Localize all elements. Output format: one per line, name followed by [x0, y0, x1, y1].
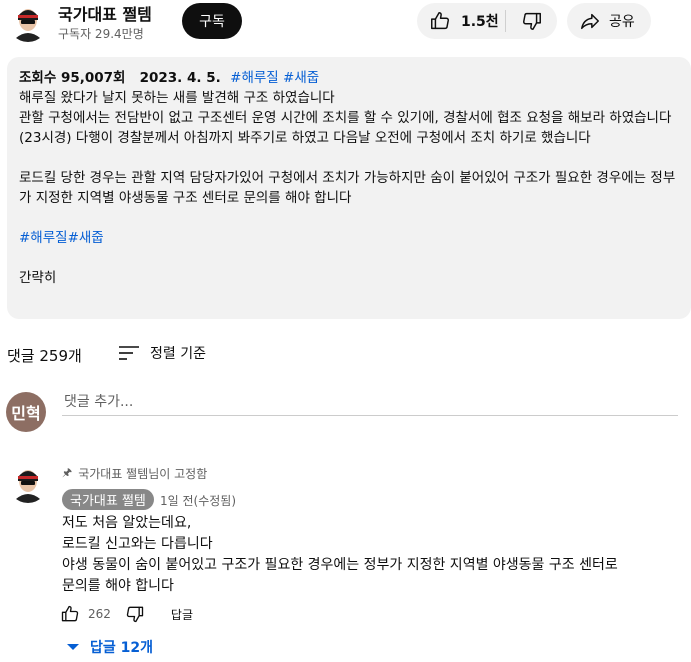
- description-meta: 조회수 95,007회 2023. 4. 5. #해루질 #새줍: [19, 68, 679, 88]
- subscriber-count: 구독자 29.4만명: [58, 27, 144, 41]
- description-hashtags[interactable]: #해루질#새줍: [19, 228, 679, 248]
- add-comment-input[interactable]: [62, 388, 678, 416]
- pin-icon: 🖈: [62, 466, 73, 479]
- upload-date: 2023. 4. 5.: [139, 70, 221, 86]
- my-avatar: 민혁: [6, 392, 46, 432]
- view-replies-button[interactable]: 답글 12개: [66, 637, 153, 657]
- comment-actions: 262 답글: [60, 603, 193, 625]
- comment-like-count: 262: [88, 607, 111, 621]
- sort-label: 정렬 기준: [150, 346, 206, 362]
- thumbs-down-icon[interactable]: [125, 604, 145, 624]
- thumbs-up-icon[interactable]: [60, 604, 80, 624]
- description-line: 해루질 왔다가 날지 못하는 새를 발견해 구조 하였습니다: [19, 90, 335, 106]
- dislike-button[interactable]: [506, 3, 557, 39]
- description-paragraph: 관할 구청에서는 전담반이 없고 구조센터 운영 시간에 조치를 할 수 있기에…: [19, 110, 672, 146]
- comment-author[interactable]: 국가대표 쩔템: [62, 489, 154, 510]
- comment-count: 댓글 259개: [7, 347, 82, 365]
- channel-avatar[interactable]: [8, 2, 48, 42]
- share-button[interactable]: 공유: [567, 3, 651, 39]
- pinned-by: 국가대표 쩔템님이 고정함: [78, 467, 208, 481]
- subscribe-button[interactable]: 구독: [182, 3, 242, 39]
- sort-button[interactable]: 정렬 기준: [118, 341, 206, 365]
- video-description[interactable]: 조회수 95,007회 2023. 4. 5. #해루질 #새줍 해루질 왔다가…: [7, 57, 691, 319]
- comment-line: 저도 처음 알았는데요,: [62, 515, 192, 531]
- comment-text: 저도 처음 알았는데요, 로드킬 신고와는 다릅니다 야생 동물이 숨이 붙어있…: [62, 513, 618, 597]
- like-dislike-group: 1.5천: [417, 3, 557, 39]
- reply-button[interactable]: 답글: [171, 606, 193, 623]
- sort-icon: [119, 346, 139, 360]
- channel-name[interactable]: 국가대표 쩔템: [58, 1, 152, 25]
- pinned-label: 🖈 국가대표 쩔템님이 고정함: [62, 464, 207, 483]
- like-count: 1.5천: [461, 14, 499, 30]
- share-icon: [581, 13, 599, 30]
- replies-label: 답글 12개: [90, 640, 153, 656]
- description-paragraph: 로드킬 당한 경우는 관할 지역 담당자가있어 구청에서 조치가 가능하지만 숨…: [19, 170, 676, 206]
- thumbs-up-icon: [431, 12, 449, 30]
- comment-time[interactable]: 1일 전(수정됨): [160, 492, 236, 509]
- share-label: 공유: [609, 14, 635, 30]
- like-button[interactable]: 1.5천: [417, 3, 505, 39]
- chevron-down-icon: [67, 644, 79, 650]
- comment-author-avatar[interactable]: [8, 463, 48, 503]
- comment-line: 야생 동물이 숨이 붙어있고 구조가 필요한 경우에는 정부가 지정한 지역별 …: [62, 557, 618, 573]
- meta-hashtags[interactable]: #해루질 #새줍: [230, 70, 319, 86]
- comment-line: 문의를 해야 합니다: [62, 578, 174, 594]
- comment-line: 로드킬 신고와는 다릅니다: [62, 536, 213, 552]
- collapse-button[interactable]: 간략히: [19, 268, 679, 288]
- view-count: 조회수 95,007회: [19, 70, 126, 86]
- thumbs-down-icon: [522, 12, 541, 30]
